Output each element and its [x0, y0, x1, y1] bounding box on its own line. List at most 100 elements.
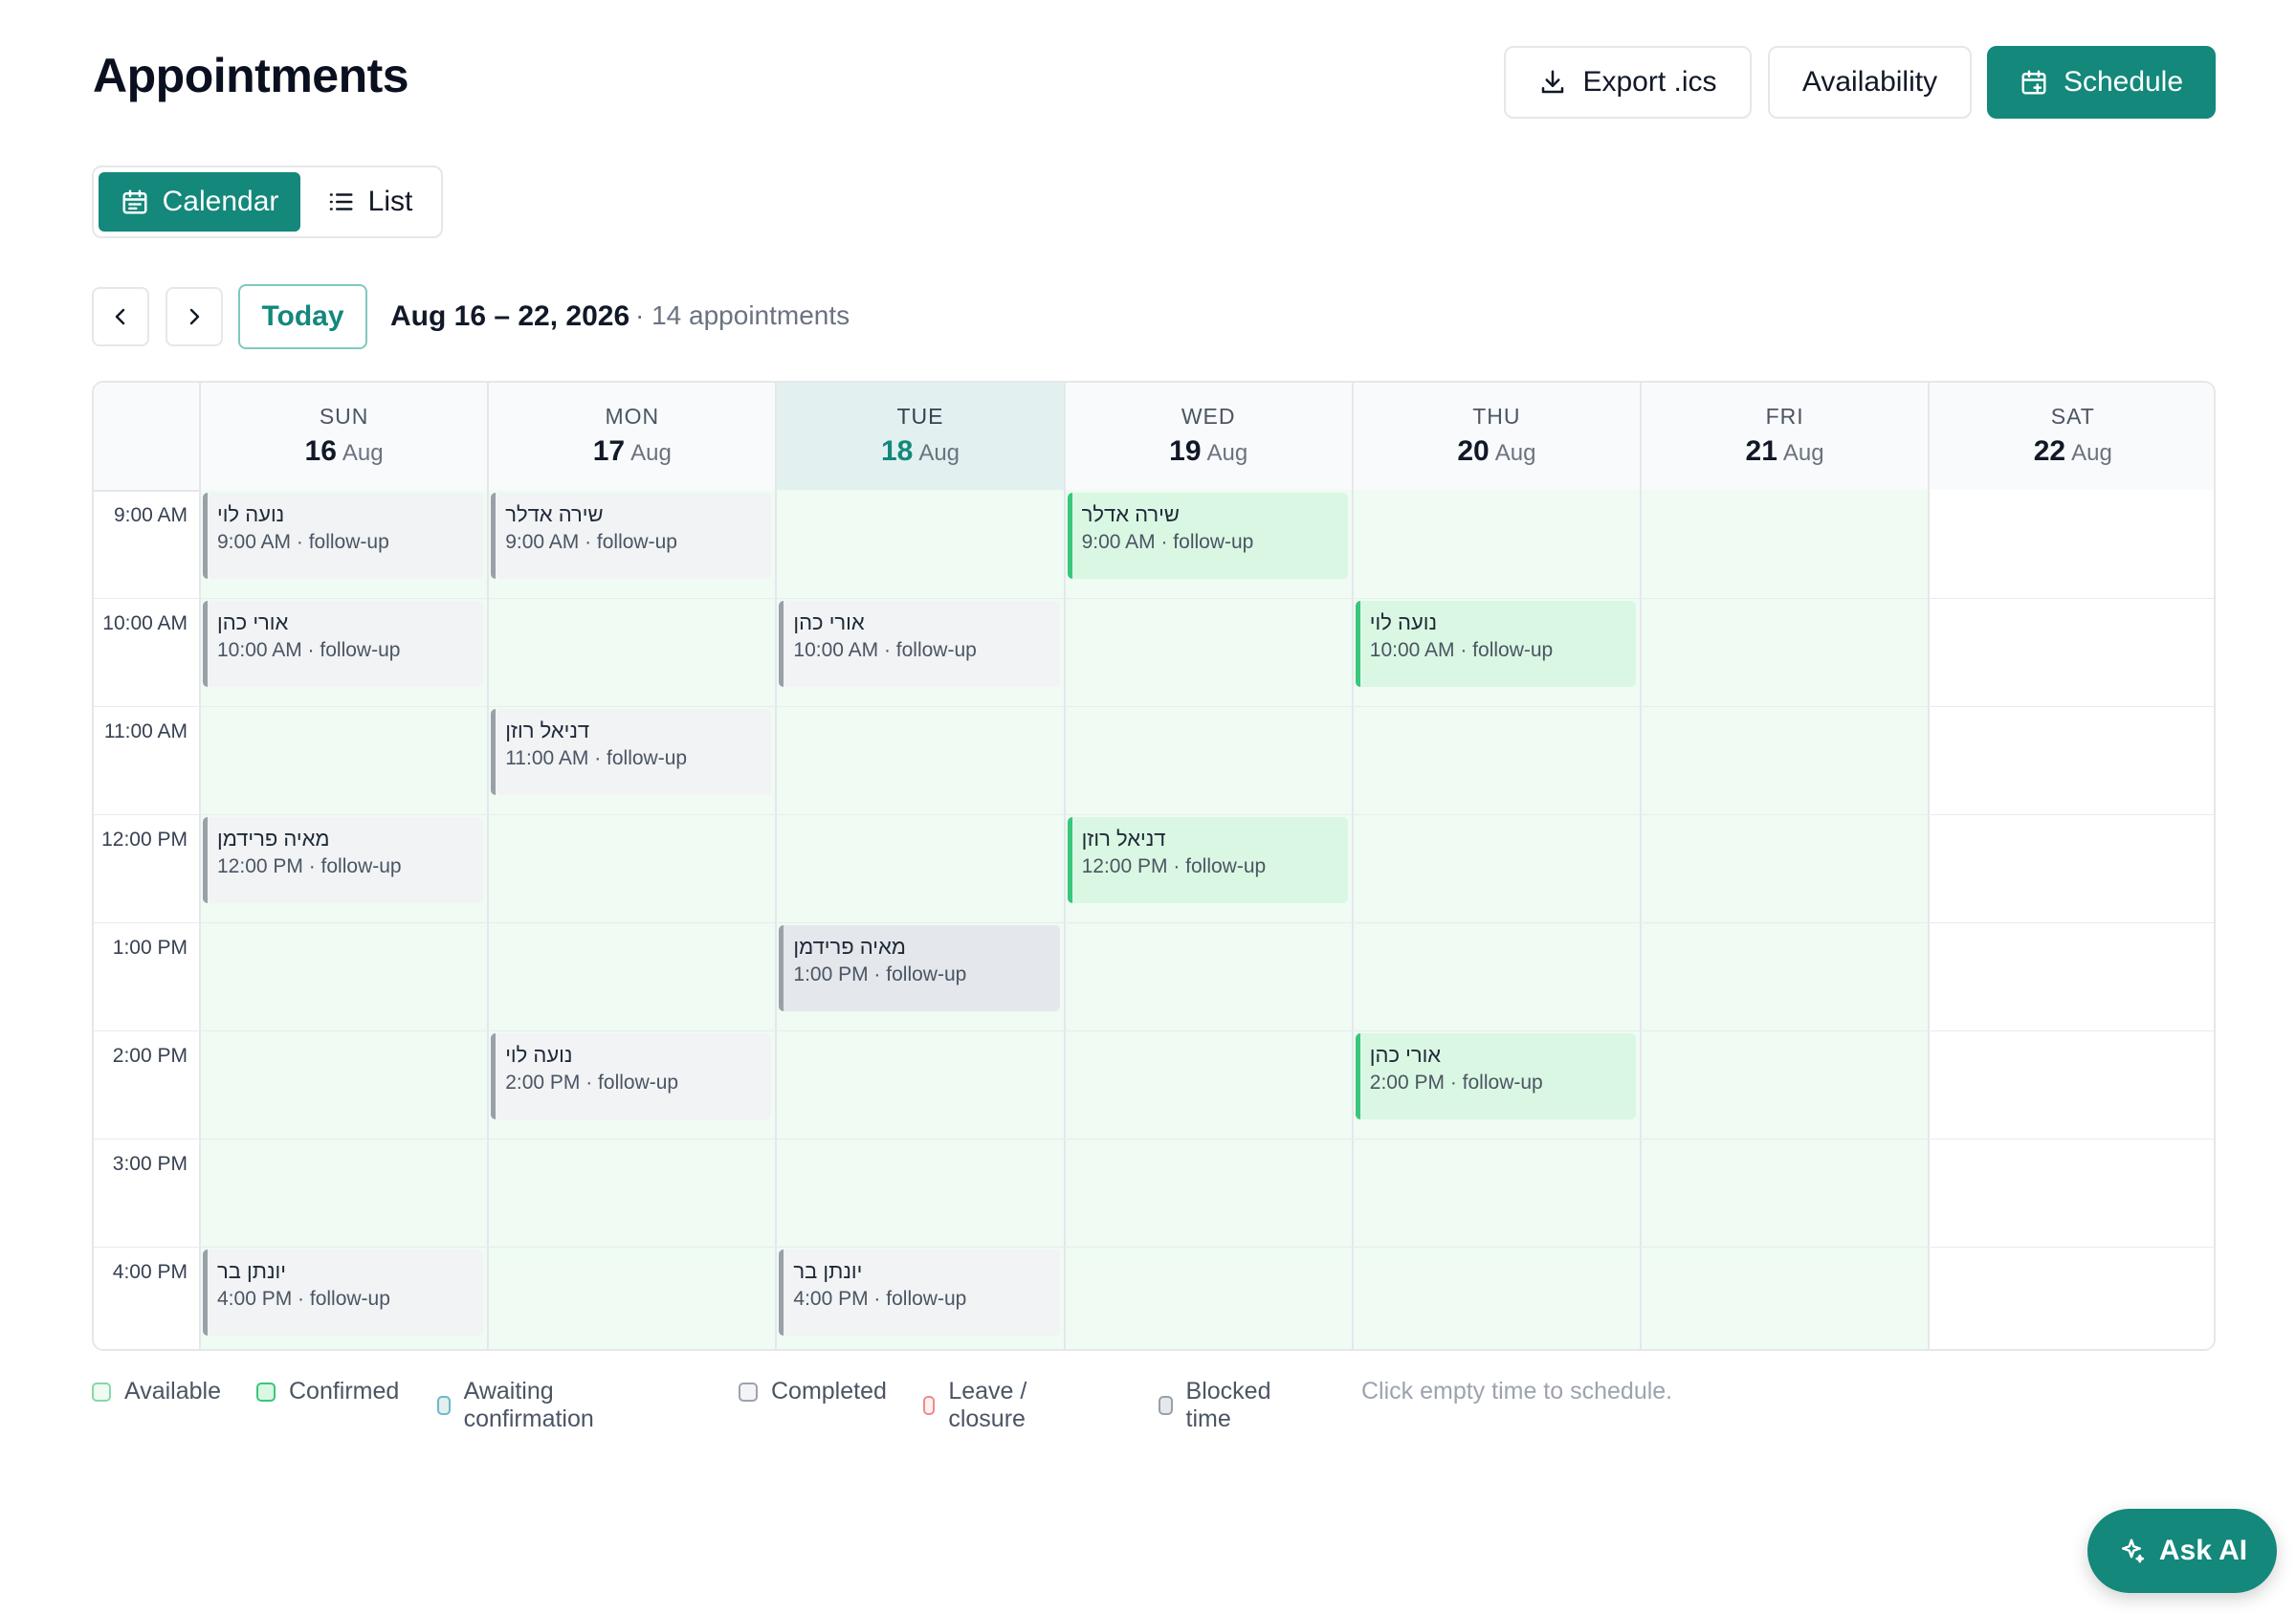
view-toggle: Calendar List [92, 166, 443, 238]
time-label: 3:00 PM [112, 1153, 188, 1175]
appointment-card[interactable]: אורי כהן 2:00 PM · follow-up [1355, 1033, 1636, 1119]
appointment-time: 4:00 PM · follow-up [793, 1288, 967, 1310]
appointment-time: 1:00 PM · follow-up [793, 963, 967, 985]
schedule-button[interactable]: Schedule [1987, 46, 2216, 119]
day-month: Aug [342, 440, 384, 466]
appointment-card[interactable]: שירה אדלר 9:00 AM · follow-up [491, 493, 772, 579]
today-button[interactable]: Today [238, 284, 367, 349]
day-number: 16 [304, 435, 337, 467]
appointment-patient-name: אורי כהן [793, 610, 865, 634]
legend-label: Confirmed [289, 1378, 400, 1405]
appointment-time: 10:00 AM · follow-up [793, 639, 977, 661]
appointment-card[interactable]: אורי כהן 10:00 AM · follow-up [779, 601, 1060, 687]
ask-ai-button[interactable]: Ask AI [2087, 1509, 2277, 1593]
day-column-mon[interactable] [487, 490, 776, 1349]
legend-item: Leave / closure [923, 1378, 1033, 1433]
week-calendar: SUN 16 Aug MON 17 Aug TUE 18 Aug WED 19 Aug THU 20 Aug… [92, 381, 2216, 1351]
legend-label: Blocked time [1185, 1378, 1271, 1432]
day-column-fri[interactable] [1640, 490, 1929, 1349]
appointment-time: 11:00 AM · follow-up [505, 747, 688, 769]
appointment-patient-name: נועה לוי [1369, 610, 1438, 634]
day-month: Aug [2071, 440, 2112, 466]
appointment-patient-name: שירה אדלר [505, 502, 604, 526]
day-header-sat: SAT 22 Aug [1928, 383, 2214, 490]
appointment-patient-name: שירה אדלר [1081, 502, 1180, 526]
appointment-time: 2:00 PM · follow-up [1369, 1072, 1543, 1094]
legend-item: Awaiting confirmation [437, 1378, 600, 1433]
day-month: Aug [1206, 440, 1248, 466]
hour-divider [94, 706, 2214, 707]
appointment-card[interactable]: דניאל רוזן 11:00 AM · follow-up [491, 709, 772, 795]
time-label: 4:00 PM [112, 1261, 188, 1283]
export-ics-button[interactable]: Export .ics [1504, 46, 1752, 119]
appointment-card[interactable]: מאיה פרידמן 1:00 PM · follow-up [779, 925, 1060, 1011]
appointment-card[interactable]: שירה אדלר 9:00 AM · follow-up [1067, 493, 1348, 579]
tab-list[interactable]: List [302, 172, 436, 232]
legend-item: Completed [739, 1378, 887, 1405]
day-date: 17 Aug [489, 435, 775, 468]
day-column-wed[interactable] [1063, 490, 1352, 1349]
appointment-patient-name: מאיה פרידמן [793, 935, 906, 959]
ask-ai-label: Ask AI [2158, 1535, 2248, 1566]
legend-label: Leave / closure [948, 1378, 1027, 1432]
day-number: 22 [2033, 435, 2066, 467]
appointment-patient-name: אורי כהן [217, 610, 289, 634]
next-week-button[interactable] [166, 287, 223, 346]
appointment-card[interactable]: נועה לוי 9:00 AM · follow-up [203, 493, 484, 579]
schedule-label: Schedule [2063, 66, 2184, 98]
availability-button[interactable]: Availability [1768, 46, 1972, 119]
appointment-patient-name: דניאל רוזן [505, 719, 590, 742]
appointment-patient-name: יונתן בר [793, 1259, 863, 1283]
legend-item: Blocked time [1159, 1378, 1276, 1433]
appointment-patient-name: נועה לוי [505, 1043, 573, 1067]
appointment-time: 9:00 AM · follow-up [505, 531, 677, 553]
day-header-mon: MON 17 Aug [487, 383, 775, 490]
day-month: Aug [918, 440, 960, 466]
calendar-icon [122, 189, 147, 214]
appointment-card[interactable]: אורי כהן 10:00 AM · follow-up [203, 601, 484, 687]
day-column-sat[interactable] [1928, 490, 2214, 1349]
previous-week-button[interactable] [92, 287, 149, 346]
appointment-card[interactable]: יונתן בר 4:00 PM · follow-up [779, 1250, 1060, 1336]
appointment-card[interactable]: דניאל רוזן 12:00 PM · follow-up [1067, 817, 1348, 903]
day-month: Aug [1494, 440, 1536, 466]
day-number: 19 [1169, 435, 1202, 467]
appointment-card[interactable]: נועה לוי 2:00 PM · follow-up [491, 1033, 772, 1119]
legend-swatch [92, 1382, 111, 1402]
day-name: SUN [319, 404, 369, 429]
sparkle-icon [2121, 1538, 2144, 1563]
appointment-time: 4:00 PM · follow-up [217, 1288, 390, 1310]
day-header-fri: FRI 21 Aug [1640, 383, 1928, 490]
day-name: THU [1472, 404, 1521, 429]
day-date: 21 Aug [1642, 435, 1928, 468]
legend-label: Awaiting confirmation [463, 1378, 594, 1432]
day-number: 21 [1745, 435, 1777, 467]
tab-calendar[interactable]: Calendar [99, 172, 300, 232]
appointment-time: 10:00 AM · follow-up [217, 639, 401, 661]
appointment-card[interactable]: מאיה פרידמן 12:00 PM · follow-up [203, 817, 484, 903]
appointment-time: 12:00 PM · follow-up [1081, 855, 1267, 877]
hour-divider [94, 1247, 2214, 1248]
appointment-count: · 14 appointments [635, 300, 850, 330]
day-month: Aug [630, 440, 672, 466]
day-name: WED [1181, 404, 1236, 429]
day-number: 20 [1457, 435, 1490, 467]
tab-list-label: List [367, 186, 413, 217]
schedule-hint: Click empty time to schedule. [1361, 1378, 1673, 1405]
legend-swatch [739, 1382, 758, 1402]
day-header-sun: SUN 16 Aug [199, 383, 487, 490]
date-range: Aug 16 – 22, 2026 [390, 300, 630, 332]
day-date: 22 Aug [1930, 435, 2214, 468]
time-label: 9:00 AM [113, 504, 188, 526]
calendar-plus-icon [2021, 70, 2046, 95]
legend-swatch [437, 1396, 451, 1415]
chevron-right-icon [189, 308, 200, 325]
appointment-card[interactable]: נועה לוי 10:00 AM · follow-up [1355, 601, 1636, 687]
day-date: 19 Aug [1066, 435, 1352, 468]
day-header-thu: THU 20 Aug [1351, 383, 1640, 490]
chevron-left-icon [115, 308, 125, 325]
time-label: 11:00 AM [103, 720, 188, 742]
time-label: 2:00 PM [112, 1045, 188, 1067]
appointment-card[interactable]: יונתן בר 4:00 PM · follow-up [203, 1250, 484, 1336]
hour-divider [94, 598, 2214, 599]
